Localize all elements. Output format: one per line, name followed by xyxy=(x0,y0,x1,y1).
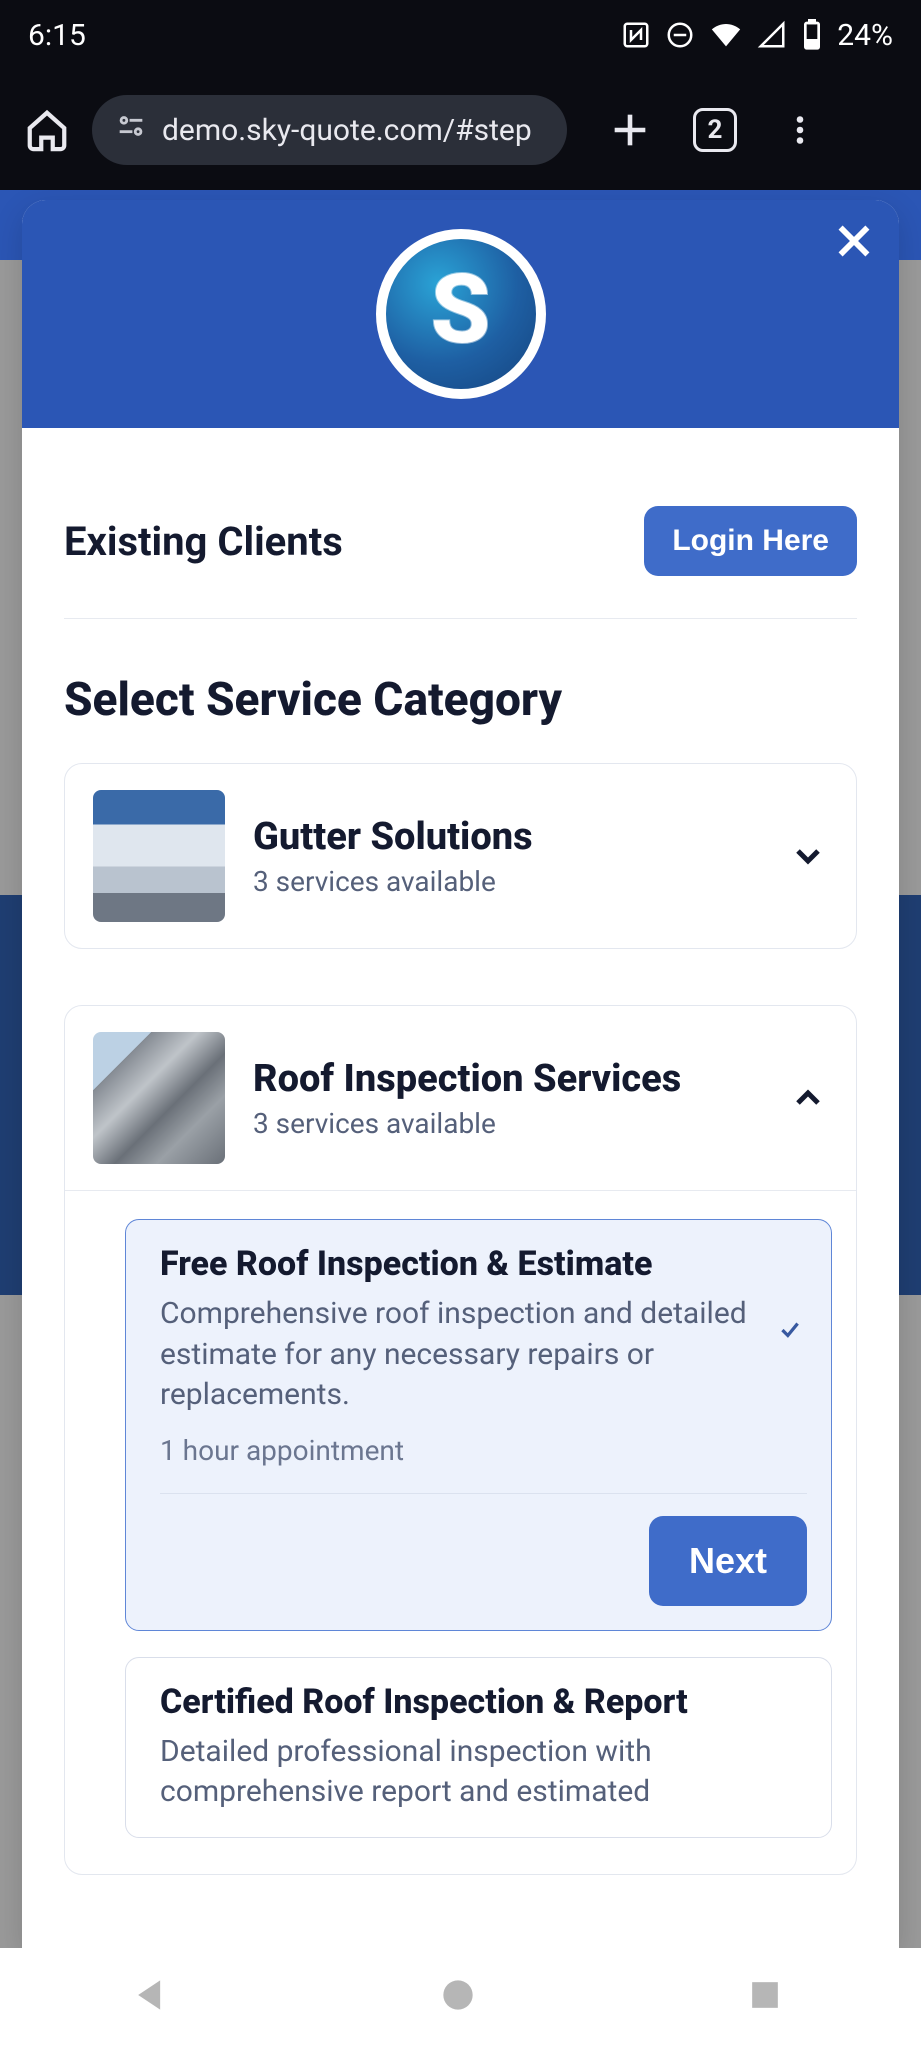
login-button[interactable]: Login Here xyxy=(644,506,857,576)
category-subtitle: 3 services available xyxy=(253,865,533,898)
overflow-menu-button[interactable] xyxy=(777,107,823,153)
url-bar[interactable]: demo.sky-quote.com/#step xyxy=(92,95,567,165)
category-title: Gutter Solutions xyxy=(253,815,533,859)
new-tab-button[interactable] xyxy=(607,107,653,153)
dnd-icon xyxy=(665,20,695,50)
service-title: Free Roof Inspection & Estimate xyxy=(160,1244,759,1284)
home-icon[interactable] xyxy=(24,107,70,153)
tab-switcher[interactable]: 2 xyxy=(693,108,737,152)
nfc-icon xyxy=(621,20,651,50)
chevron-down-icon xyxy=(788,836,828,876)
divider xyxy=(64,618,857,619)
home-button[interactable] xyxy=(436,1973,486,2023)
category-thumb xyxy=(93,790,225,922)
service-meta: 1 hour appointment xyxy=(160,1434,759,1467)
chevron-up-icon xyxy=(788,1078,828,1118)
recents-button[interactable] xyxy=(743,1973,793,2023)
category-card-roof: Roof Inspection Services 3 services avai… xyxy=(64,1005,857,1875)
android-status-bar: 6:15 24% xyxy=(0,0,921,70)
close-icon[interactable] xyxy=(831,218,877,264)
modal-header: S xyxy=(22,200,899,428)
site-settings-icon[interactable] xyxy=(114,109,148,151)
service-title: Certified Roof Inspection & Report xyxy=(160,1682,807,1722)
status-time: 6:15 xyxy=(28,18,86,53)
service-description: Detailed professional inspection with co… xyxy=(160,1732,807,1813)
battery-icon xyxy=(801,19,823,51)
browser-toolbar: demo.sky-quote.com/#step 2 xyxy=(0,70,921,190)
url-text: demo.sky-quote.com/#step xyxy=(162,113,532,148)
existing-clients-title: Existing Clients xyxy=(64,518,343,565)
services-list: Free Roof Inspection & Estimate Comprehe… xyxy=(65,1190,856,1874)
page-backdrop: S Existing Clients Login Here Select Ser… xyxy=(0,190,921,1948)
battery-percent: 24% xyxy=(837,18,893,53)
service-modal: S Existing Clients Login Here Select Ser… xyxy=(22,200,899,1948)
section-title: Select Service Category xyxy=(64,673,857,727)
category-card-gutter[interactable]: Gutter Solutions 3 services available xyxy=(64,763,857,949)
service-description: Comprehensive roof inspection and detail… xyxy=(160,1294,759,1416)
status-right-cluster: 24% xyxy=(621,18,893,53)
wifi-icon xyxy=(709,20,743,50)
category-header-roof[interactable]: Roof Inspection Services 3 services avai… xyxy=(65,1006,856,1190)
brand-logo: S xyxy=(376,229,546,399)
service-card-free-inspection[interactable]: Free Roof Inspection & Estimate Comprehe… xyxy=(125,1219,832,1631)
back-button[interactable] xyxy=(129,1973,179,2023)
android-nav-bar xyxy=(0,1948,921,2048)
category-subtitle: 3 services available xyxy=(253,1107,681,1140)
check-icon xyxy=(777,1316,807,1346)
divider xyxy=(160,1493,807,1494)
signal-icon xyxy=(757,20,787,50)
service-card-certified-inspection[interactable]: Certified Roof Inspection & Report Detai… xyxy=(125,1657,832,1838)
next-button[interactable]: Next xyxy=(649,1516,807,1606)
category-title: Roof Inspection Services xyxy=(253,1057,681,1101)
category-thumb xyxy=(93,1032,225,1164)
